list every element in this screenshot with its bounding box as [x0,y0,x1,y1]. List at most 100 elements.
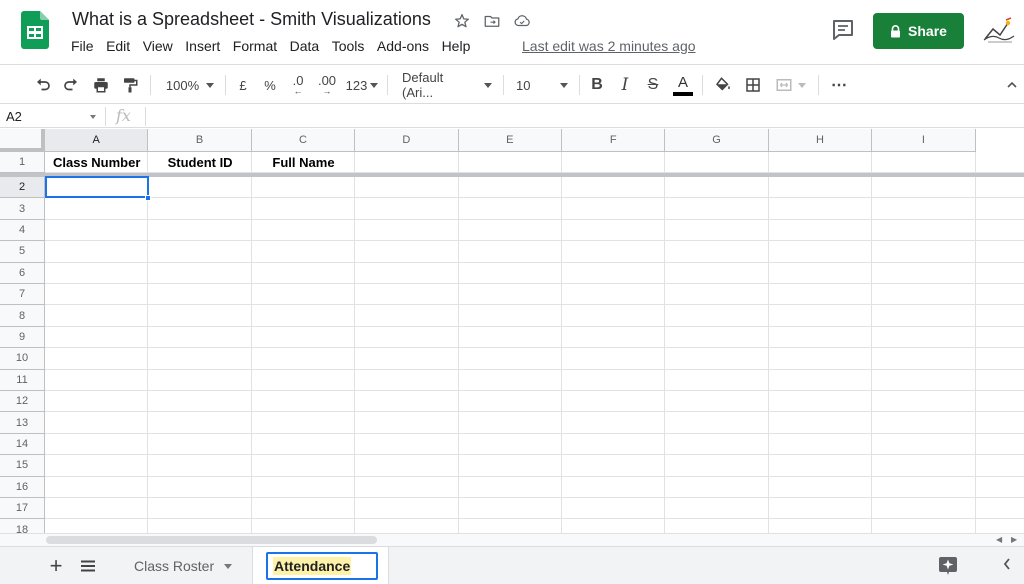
font-family-select[interactable]: Default (Ari... [398,65,496,105]
increase-decimal-button[interactable]: .00 → [313,65,341,105]
column-header-g[interactable]: G [665,129,769,152]
horizontal-scrollbar[interactable]: ◀ ▶ [0,533,1024,546]
last-edit-link[interactable]: Last edit was 2 minutes ago [522,38,696,54]
document-title[interactable]: What is a Spreadsheet - Smith Visualizat… [72,9,431,30]
row-header-15[interactable]: 15 [0,455,45,477]
menu-tools[interactable]: Tools [332,38,365,54]
sheet-rename-input[interactable]: Attendance [266,552,378,580]
grid-line [45,197,1024,199]
row-header-8[interactable]: 8 [0,305,45,327]
all-sheets-icon[interactable] [80,559,96,572]
selected-cell[interactable] [45,176,150,199]
name-box[interactable]: A2 [6,109,22,124]
column-header-i[interactable]: I [872,129,976,152]
paint-format-icon[interactable] [117,65,143,105]
sheet-tab-attendance[interactable]: Attendance [253,547,389,584]
row-header-3[interactable]: 3 [0,198,45,220]
row-header-17[interactable]: 17 [0,498,45,520]
frozen-row-divider[interactable] [0,173,1024,177]
share-button[interactable]: Share [873,13,964,49]
row-header-9[interactable]: 9 [0,326,45,349]
row-header-16[interactable]: 16 [0,476,45,498]
number-format-select[interactable]: 123 [344,65,380,105]
menu-file[interactable]: File [71,38,94,54]
grid-line [45,497,1024,498]
menu-add-ons[interactable]: Add-ons [377,38,429,54]
chevron-down-icon [797,82,806,88]
row-header-12[interactable]: 12 [0,391,45,413]
side-panel-toggle-icon[interactable] [1002,557,1012,574]
column-header-h[interactable]: H [768,129,873,152]
formula-divider [105,107,106,126]
scroll-right-icon[interactable]: ▶ [1011,535,1017,544]
column-header-b[interactable]: B [148,129,252,152]
select-all-corner[interactable] [0,129,45,152]
cell-c1[interactable]: Full Name [252,152,355,173]
grid-line [45,304,1024,306]
cell-a1[interactable]: Class Number [45,152,148,173]
borders-icon[interactable] [740,65,766,105]
row-header-11[interactable]: 11 [0,369,45,391]
merge-cells-icon[interactable] [770,65,810,105]
undo-icon[interactable] [30,65,56,105]
row-header-7[interactable]: 7 [0,284,45,306]
explore-icon[interactable] [938,556,960,576]
row-header-18[interactable]: 18 [0,519,45,533]
grid-line [45,518,1024,520]
collapse-menus-icon[interactable] [1002,65,1022,105]
zoom-select[interactable]: 100% [160,65,220,105]
row-header-5[interactable]: 5 [0,241,45,263]
add-sheet-icon[interactable]: + [46,553,66,579]
row-header-6[interactable]: 6 [0,262,45,284]
currency-format-button[interactable]: £ [232,65,254,105]
user-avatar[interactable] [982,15,1016,45]
grid-line [45,475,1024,477]
percent-format-button[interactable]: % [259,65,281,105]
column-header-a[interactable]: A [45,129,149,152]
row-header-2[interactable]: 2 [0,177,45,199]
grid-line [45,218,1024,220]
menu-insert[interactable]: Insert [185,38,220,54]
move-to-folder-icon[interactable] [482,11,502,31]
arrow-right-icon: → [322,86,332,96]
column-header-d[interactable]: D [355,129,459,152]
bold-icon[interactable]: B [585,65,609,105]
menu-format[interactable]: Format [233,38,277,54]
cloud-saved-icon[interactable] [512,11,532,31]
menu-view[interactable]: View [143,38,173,54]
formula-bar: A2 fx [0,105,1024,128]
scroll-left-icon[interactable]: ◀ [996,535,1002,544]
scrollbar-thumb[interactable] [46,536,377,544]
column-header-c[interactable]: C [251,129,356,152]
row-header-1[interactable]: 1 [0,152,45,173]
italic-icon[interactable]: I [613,65,637,105]
chevron-down-icon[interactable] [224,563,233,569]
fx-icon: fx [116,106,131,125]
sheets-logo-icon[interactable] [21,11,49,49]
strikethrough-icon[interactable]: S [641,65,665,105]
percent-symbol: % [264,77,276,93]
font-size-select[interactable]: 10 [512,65,572,105]
fill-handle[interactable] [145,195,152,202]
decrease-decimal-button[interactable]: .0 ← [285,65,311,105]
more-icon[interactable]: ⋯ [826,65,852,105]
menu-help[interactable]: Help [442,38,471,54]
fill-color-icon[interactable] [710,65,736,105]
text-color-icon[interactable]: A [670,65,696,105]
star-icon[interactable] [452,11,472,31]
cell-grid[interactable]: A B C D E F G H I 1 2 3 4 5 6 7 8 9 10 11 12 13 14 15 16 17 18 Clas… [0,129,1024,533]
print-icon[interactable] [88,65,114,105]
column-header-f[interactable]: F [562,129,666,152]
chevron-down-icon[interactable] [90,115,96,119]
comment-history-icon[interactable] [831,19,855,41]
menu-edit[interactable]: Edit [106,38,130,54]
row-header-10[interactable]: 10 [0,348,45,370]
menu-data[interactable]: Data [290,38,320,54]
row-header-13[interactable]: 13 [0,412,45,434]
column-header-e[interactable]: E [458,129,562,152]
row-header-4[interactable]: 4 [0,219,45,242]
sheet-tab-class-roster[interactable]: Class Roster [118,547,253,584]
row-header-14[interactable]: 14 [0,433,45,456]
cell-b1[interactable]: Student ID [148,152,251,173]
redo-icon[interactable] [58,65,84,105]
